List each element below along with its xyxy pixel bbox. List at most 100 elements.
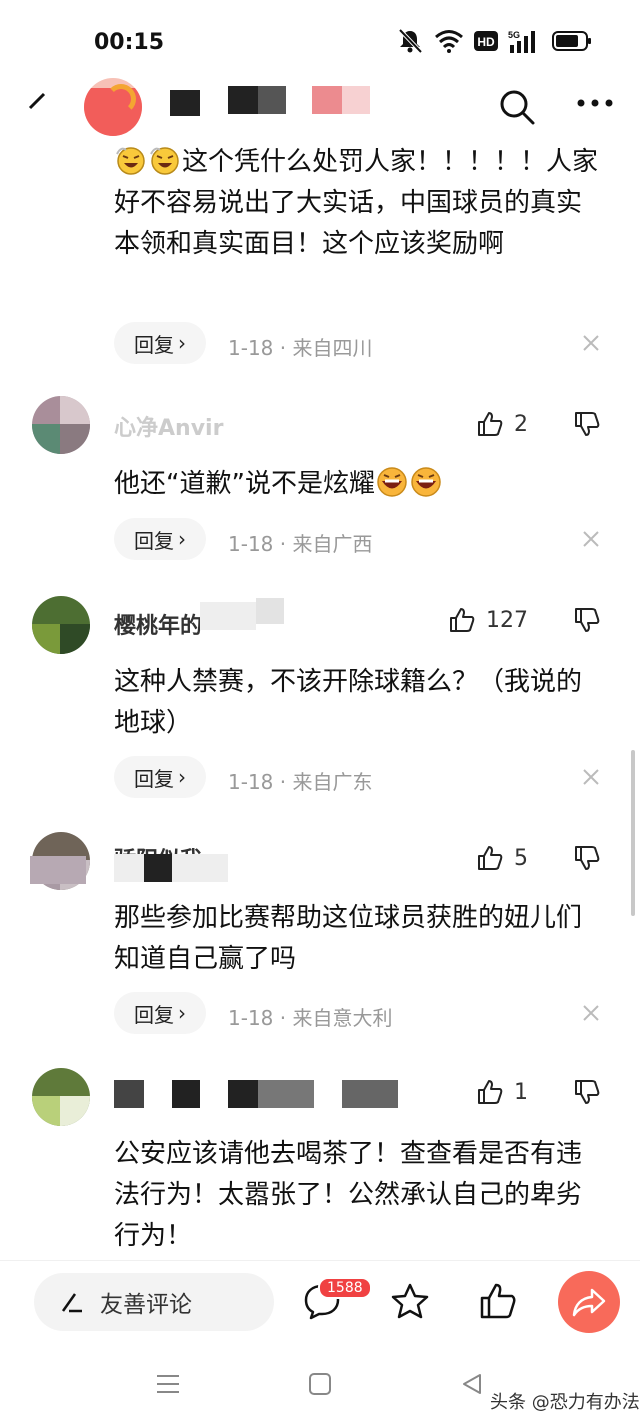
status-time: 00:15 xyxy=(94,30,165,55)
author-name-blurred xyxy=(228,1080,258,1108)
author-name-blurred xyxy=(228,86,258,114)
comment-text: 这个凭什么处罚人家！！！！！人家好不容易说出了大实话，中国球员的真实本领和真实面… xyxy=(114,142,604,265)
thumbs-down-icon[interactable] xyxy=(573,1078,601,1106)
grinning-emoji-icon xyxy=(377,467,407,497)
chevron-right-icon: › xyxy=(178,1001,186,1025)
reply-label: 回复 xyxy=(134,1002,174,1027)
more-icon[interactable] xyxy=(576,98,614,108)
follow-badge-blurred xyxy=(342,86,370,114)
comment-text: 他还“道歉”说不是炫耀 xyxy=(114,464,604,505)
like-button[interactable]: 5 xyxy=(476,844,528,872)
laughing-emoji-icon xyxy=(116,147,145,175)
comment-text-body: 这个凭什么处罚人家！！！！！人家好不容易说出了大实话，中国球员的真实本领和真实面… xyxy=(114,147,599,259)
comment-meta: 1-18 · 来自广东 xyxy=(228,770,373,794)
reply-button[interactable]: 回复 › xyxy=(114,518,206,560)
edit-icon[interactable] xyxy=(26,88,50,112)
comment-author[interactable]: 樱桃年的 xyxy=(114,608,202,640)
avatar[interactable] xyxy=(32,396,90,454)
author-name-blurred xyxy=(144,854,172,882)
reply-button[interactable]: 回复 › xyxy=(114,756,206,798)
like-button[interactable]: 127 xyxy=(448,606,528,634)
comment-item: 心净Anvir 2 他还“道歉”说不是炫耀 回复 › 1-18 · 来自广西 xyxy=(0,396,640,576)
reply-label: 回复 xyxy=(134,766,174,791)
chevron-right-icon: › xyxy=(178,765,186,789)
comment-count-badge: 1588 xyxy=(318,1277,372,1299)
comment-item: 樱桃年的 127 这种人禁赛，不该开除球籍么？（我说的地球） 回复 › 1-18… xyxy=(0,596,640,806)
author-name-blurred xyxy=(172,854,228,882)
comment-text-body: 他还“道歉”说不是炫耀 xyxy=(114,469,375,499)
comment-item: 骄阳似我 5 那些参加比赛帮助这位球员获胜的妞儿们知道自己赢了吗 回复 › 1-… xyxy=(0,832,640,1042)
thumbs-down-icon[interactable] xyxy=(573,410,601,438)
like-count: 5 xyxy=(514,845,528,871)
close-icon[interactable] xyxy=(582,1004,600,1022)
reply-label: 回复 xyxy=(134,528,174,553)
share-button[interactable] xyxy=(558,1271,620,1333)
network-type: 5G xyxy=(508,30,520,40)
thumbs-up-icon xyxy=(450,608,475,632)
mute-bell-icon xyxy=(398,28,423,54)
author-name-blurred xyxy=(256,598,284,624)
watermark: 头条 @恐力有办法 xyxy=(490,1392,640,1413)
thumbs-down-icon[interactable] xyxy=(573,844,601,872)
author-name-blurred xyxy=(170,90,200,116)
thumbs-up-icon xyxy=(478,846,503,870)
like-count: 1 xyxy=(514,1079,528,1105)
bottom-action-bar: 友善评论 1588 xyxy=(0,1260,640,1344)
wifi-icon xyxy=(435,30,463,53)
author-name-blurred xyxy=(114,1080,144,1108)
comment-input[interactable]: 友善评论 xyxy=(34,1273,274,1331)
share-arrow-icon xyxy=(572,1288,606,1317)
avatar-blurred xyxy=(30,856,86,884)
close-icon[interactable] xyxy=(582,334,600,352)
thumbs-up-icon xyxy=(478,1080,503,1104)
close-icon[interactable] xyxy=(582,768,600,786)
chevron-right-icon: › xyxy=(178,527,186,551)
comment-item: 这个凭什么处罚人家！！！！！人家好不容易说出了大实话，中国球员的真实本领和真实面… xyxy=(0,140,640,380)
comment-text: 这种人禁赛，不该开除球籍么？（我说的地球） xyxy=(114,667,583,738)
author-name-blurred xyxy=(258,1080,314,1108)
hd-label: HD xyxy=(477,35,495,49)
grinning-emoji-icon xyxy=(411,467,441,497)
search-icon[interactable] xyxy=(498,88,536,126)
avatar[interactable] xyxy=(32,596,90,654)
like-count: 127 xyxy=(486,607,528,633)
comment-meta: 1-18 · 来自四川 xyxy=(228,336,373,360)
author-name-blurred xyxy=(200,602,256,630)
thumbs-down-icon[interactable] xyxy=(573,606,601,634)
reply-button[interactable]: 回复 › xyxy=(114,992,206,1034)
top-bar xyxy=(0,78,640,140)
hd-icon: HD xyxy=(474,31,498,51)
chevron-right-icon: › xyxy=(178,331,186,355)
menu-icon[interactable] xyxy=(156,1372,180,1396)
follow-badge-blurred xyxy=(312,86,342,114)
comment-input-placeholder: 友善评论 xyxy=(100,1292,192,1318)
author-name-blurred xyxy=(172,1080,200,1108)
comment-author[interactable]: 心净Anvir xyxy=(114,410,223,442)
author-name-blurred xyxy=(342,1080,398,1108)
author-name-blurred xyxy=(258,86,286,114)
author-name-blurred xyxy=(114,854,144,882)
comment-text: 公安应该请他去喝茶了！查查看是否有违法行为！太嚣张了！公然承认自己的卑劣行为！ xyxy=(114,1139,583,1251)
comment-meta: 1-18 · 来自广西 xyxy=(228,532,373,556)
home-icon[interactable] xyxy=(308,1372,332,1396)
comment-item: 1 公安应该请他去喝茶了！查查看是否有违法行为！太嚣张了！公然承认自己的卑劣行为… xyxy=(0,1068,640,1260)
scrollbar[interactable] xyxy=(631,750,635,916)
close-icon[interactable] xyxy=(582,530,600,548)
reply-label: 回复 xyxy=(134,332,174,357)
system-nav-bar: 头条 @恐力有办法 xyxy=(0,1350,640,1422)
comment-meta: 1-18 · 来自意大利 xyxy=(228,1006,393,1030)
thumbs-up-icon[interactable] xyxy=(478,1281,518,1321)
thumbs-up-icon xyxy=(478,412,503,436)
laughing-emoji-icon xyxy=(150,147,179,175)
avatar[interactable] xyxy=(32,1068,90,1126)
star-icon[interactable] xyxy=(390,1281,430,1321)
author-avatar[interactable] xyxy=(84,78,142,136)
like-button[interactable]: 2 xyxy=(476,410,528,438)
like-count: 2 xyxy=(514,411,528,437)
back-icon[interactable] xyxy=(460,1372,484,1396)
status-icons: HD 5G xyxy=(396,28,592,54)
reply-button[interactable]: 回复 › xyxy=(114,322,206,364)
like-button[interactable]: 1 xyxy=(476,1078,528,1106)
pen-icon xyxy=(61,1293,82,1313)
battery-icon xyxy=(552,31,591,51)
